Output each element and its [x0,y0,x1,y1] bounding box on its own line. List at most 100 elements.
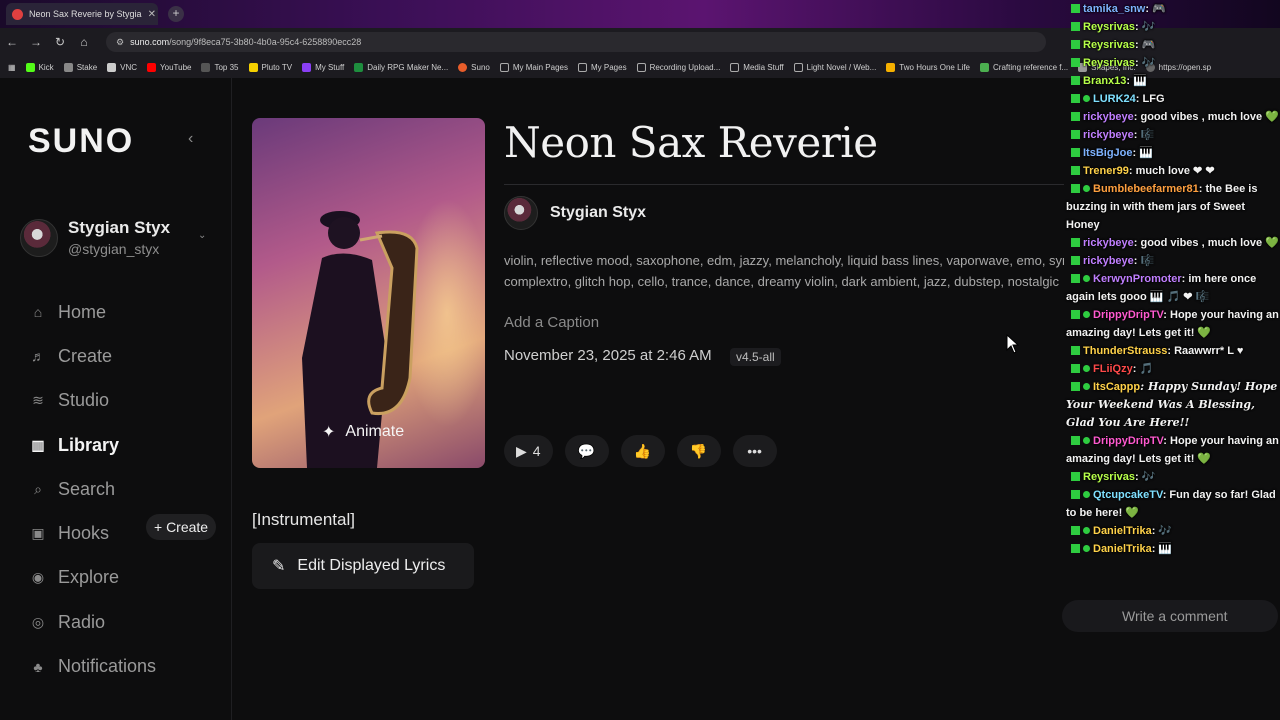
chat-text: : 🎮 [1135,39,1156,51]
bookmark-folder[interactable]: Recording Upload... [636,62,720,72]
chat-username[interactable]: DrippyDripTV [1093,435,1163,447]
chat-username[interactable]: DanielTrika [1093,543,1152,555]
sidebar-item-library[interactable]: ▥ Library [30,423,156,467]
bookmark-item[interactable]: Pluto TV [248,62,292,72]
edit-lyrics-button[interactable]: ✎ Edit Displayed Lyrics [252,543,474,589]
apps-grid-icon[interactable]: ▦ [8,63,16,72]
bookmark-item[interactable]: YouTube [147,62,191,72]
chat-message: rickybeye: 🎼 [1066,252,1280,270]
bookmark-item[interactable]: My Stuff [302,62,344,72]
sidebar: SUNO ‹ Stygian Styx @stygian_styx ⌄ ⌂ Hom… [0,78,232,720]
like-button[interactable]: 👍 [620,435,665,467]
chat-username[interactable]: FLiiQzy [1093,363,1133,375]
song-date: November 23, 2025 at 2:46 AM [504,347,712,364]
bookmark-item[interactable]: Top 35 [201,62,239,72]
new-tab-button[interactable]: + [168,6,184,22]
suno-logo[interactable]: SUNO [28,122,134,161]
chat-username[interactable]: ItsBigJoe [1083,147,1133,159]
sidebar-item-studio[interactable]: ≋ Studio [30,379,156,423]
chat-username[interactable]: Branx13 [1083,75,1126,87]
chat-username[interactable]: rickybeye [1083,111,1134,123]
chat-username[interactable]: Reysrivas [1083,57,1135,69]
chat-username[interactable]: LURK24 [1093,93,1136,105]
bookmark-folder[interactable]: Light Novel / Web... [793,62,876,72]
comment-button[interactable]: 💬 [564,435,609,467]
sidebar-item-create[interactable]: ♬ Create [30,334,156,378]
chat-message: LURK24: LFG [1066,90,1280,108]
bookmark-item[interactable]: Daily RPG Maker Ne... [354,62,448,72]
sidebar-item-label: Home [58,301,107,322]
lyrics-text: [Instrumental] [252,510,355,529]
sidebar-item-label: Search [58,478,116,499]
user-profile[interactable]: Stygian Styx @stygian_styx [20,218,170,257]
sidebar-item-notifications[interactable]: ♣ Notifications [30,644,156,688]
sidebar-item-label: Studio [58,390,110,411]
chat-message: Branx13: 🎹 [1066,72,1280,90]
artist-link[interactable]: Stygian Styx [504,196,646,230]
write-comment-input[interactable]: Write a comment [1062,600,1278,632]
chat-username[interactable]: rickybeye [1083,237,1134,249]
reload-icon[interactable]: ↻ [48,35,72,49]
chat-text: : 🎼 [1133,255,1155,267]
chat-username[interactable]: tamika_snw [1083,3,1145,15]
song-cover-image[interactable]: ✦ Animate [252,118,485,468]
more-options-button[interactable]: ••• [732,435,777,467]
compass-icon: ◉ [31,569,45,586]
chat-message: ItsCappp: Happy Sunday! Hope Your Weeken… [1066,378,1280,432]
kick-badge-icon [1071,310,1080,319]
hooks-create-button[interactable]: + Create [146,514,217,540]
chat-text: : Raawwrr* L ♥ [1167,345,1244,357]
kick-badge-icon [1071,4,1080,13]
user-handle: @stygian_styx [68,241,160,257]
chat-message: KerwynPromoter: im here once again lets … [1066,270,1280,306]
url-field[interactable]: ⚙ suno.com/song/9f8eca75-3b80-4b0a-95c4-… [106,32,1046,52]
browser-tab[interactable]: Neon Sax Reverie by Stygia ✕ [6,3,158,25]
sidebar-item-home[interactable]: ⌂ Home [30,290,156,334]
sidebar-item-label: Library [58,434,120,455]
add-caption-field[interactable]: Add a Caption [504,314,599,331]
bookmark-item[interactable]: VNC [107,62,137,72]
site-info-icon[interactable]: ⚙ [116,37,124,48]
dislike-button[interactable]: 👎 [676,435,721,467]
sidebar-item-hooks[interactable]: ▣ Hooks [30,511,156,555]
forward-icon[interactable]: → [24,35,48,49]
chat-username[interactable]: QtcupcakeTV [1093,489,1163,501]
more-icon: ••• [747,443,762,459]
bookmark-item[interactable]: Two Hours One Life [886,62,970,72]
chat-username[interactable]: Reysrivas [1083,21,1135,33]
sidebar-item-label: Create [58,345,113,366]
chevron-down-icon[interactable]: ⌄ [198,230,206,241]
bookmark-item[interactable]: Crafting reference f... [980,62,1068,72]
chat-username[interactable]: Reysrivas [1083,39,1135,51]
sidebar-item-radio[interactable]: ◎ Radio [30,600,156,644]
chat-username[interactable]: DanielTrika [1093,525,1152,537]
animate-label: Animate [345,423,405,440]
kick-badge-icon [1071,40,1080,49]
chat-username[interactable]: ThunderStrauss [1083,345,1167,357]
bookmark-folder[interactable]: Media Stuff [730,62,784,72]
animate-button[interactable]: ✦ Animate [322,422,404,442]
chat-username[interactable]: KerwynPromoter [1093,273,1182,285]
bookmark-item[interactable]: Suno [458,62,490,72]
bookmark-folder[interactable]: My Pages [578,62,627,72]
chat-username[interactable]: rickybeye [1083,129,1134,141]
chat-username[interactable]: Bumblebeefarmer81 [1093,183,1199,195]
chat-username[interactable]: DrippyDripTV [1093,309,1163,321]
chat-username[interactable]: rickybeye [1083,255,1134,267]
sidebar-item-search[interactable]: ⌕ Search [30,467,156,511]
chat-username[interactable]: Trener99 [1083,165,1129,177]
bookmark-item[interactable]: Kick [25,62,54,72]
chat-username[interactable]: Reysrivas [1083,471,1135,483]
chat-username[interactable]: ItsCappp [1093,381,1140,393]
chat-message: FLiiQzy: 🎵 [1066,360,1280,378]
collapse-sidebar-icon[interactable]: ‹ [188,130,193,148]
kick-badge-icon [1071,166,1080,175]
play-count: 4 [532,443,541,459]
sidebar-item-explore[interactable]: ◉ Explore [30,556,156,600]
bookmark-folder[interactable]: My Main Pages [499,62,568,72]
close-tab-icon[interactable]: ✕ [148,9,156,20]
play-button[interactable]: ▶ 4 [504,435,553,467]
home-icon[interactable]: ⌂ [72,35,96,49]
bookmark-item[interactable]: Stake [63,62,97,72]
back-icon[interactable]: ← [0,35,24,49]
